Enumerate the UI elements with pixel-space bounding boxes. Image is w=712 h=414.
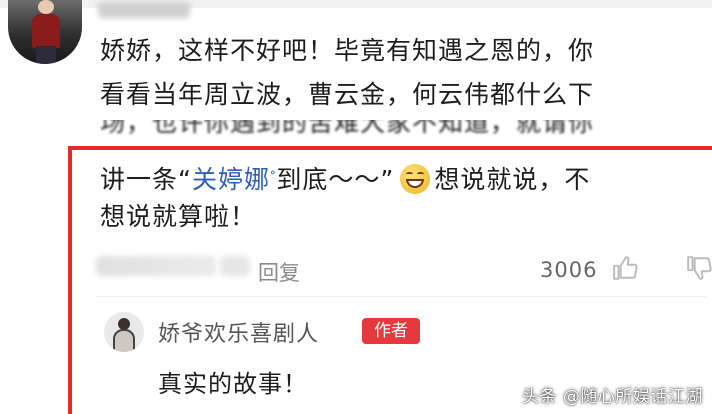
mentioned-name-link[interactable]: 关婷娜 [192,165,270,194]
commenter-username-blurred [98,2,190,18]
like-count: 3006 [540,258,598,282]
comment-line-4-suffix: 想说就说，不 [434,165,591,194]
reply-author-name[interactable]: 娇爷欢乐喜剧人 [158,316,319,348]
thumb-down-icon[interactable] [686,255,712,281]
reply-avatar-body [113,329,135,352]
reply-divider [96,296,706,297]
comment-line-4: 讲一条“关婷娜ᐤ到底～～” 想说就说，不 [100,161,590,195]
comment-line-4-quote-tail: 到底～～” [276,165,395,194]
watermark: 头条 @随心所娱话江湖 [522,387,703,407]
avatar-figure-head [38,0,54,14]
comment-line-1: 娇娇，这样不好吧！毕竟有知遇之恩的，你 [100,36,595,65]
grinning-face-icon [400,164,431,194]
comment-line-3-text: 场，也许你遇到的苦难大家不知道，就请你 [100,120,595,137]
comment-meta-blurred [96,256,216,276]
reply-author-avatar[interactable] [104,312,144,352]
author-badge: 作者 [362,318,420,344]
emoji-mouth [406,179,425,188]
reply-text: 真实的故事！ [158,370,308,398]
comment-line-5: 想说就算啦！ [100,202,257,231]
comment-line-4-prefix: 讲一条“ [100,165,192,194]
avatar-figure-legs [36,46,56,64]
avatar-figure-body [32,14,60,48]
comment-line-3: 场，也许你遇到的苦难大家不知道，就请你 [100,120,594,142]
comment-meta-blurred-2 [220,256,250,276]
emoji-eye-left [406,172,414,176]
comment-line-2: 看看当年周立波，曹云金，何云伟都什么下 [100,80,595,109]
thumb-up-icon[interactable] [612,255,638,281]
reply-button[interactable]: 回复 [258,257,300,287]
emoji-eye-right [417,172,425,176]
commenter-avatar[interactable] [8,0,82,64]
